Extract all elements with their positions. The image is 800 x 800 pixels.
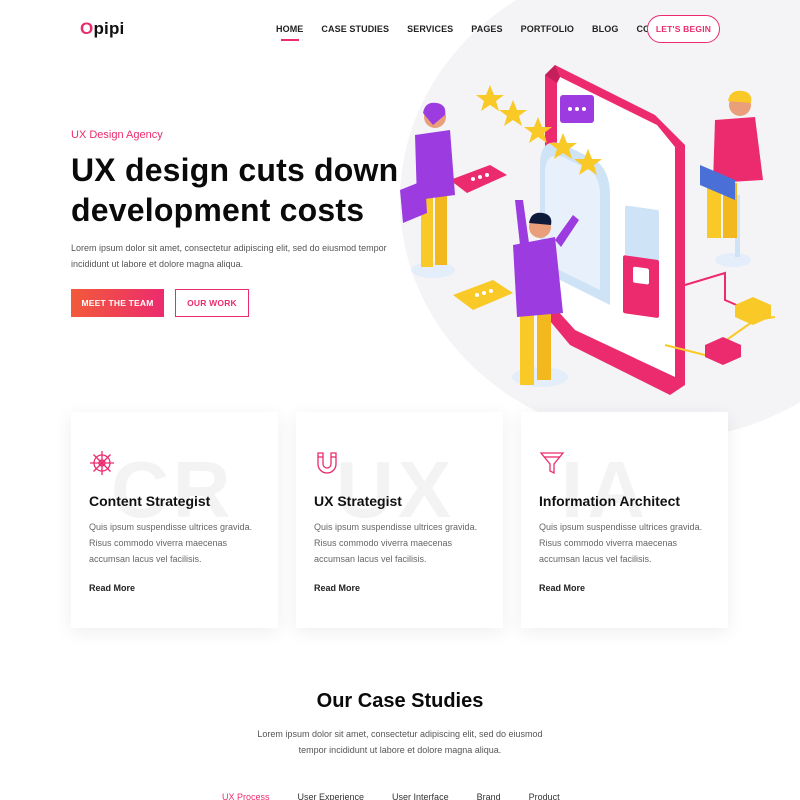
person-left — [400, 102, 455, 278]
hero-tagline: UX Design Agency — [71, 129, 163, 141]
nav-item-case-studies[interactable]: CASE STUDIES — [321, 24, 389, 34]
our-work-button[interactable]: OUR WORK — [175, 289, 249, 317]
logo[interactable]: Opipi — [80, 19, 124, 39]
nav-item-services[interactable]: SERVICES — [407, 24, 453, 34]
read-more-link[interactable]: Read More — [539, 583, 585, 593]
card-title: Content Strategist — [89, 493, 211, 509]
card-watermark: IA — [561, 445, 649, 534]
tab-product[interactable]: Product — [529, 792, 560, 800]
tab-brand[interactable]: Brand — [477, 792, 501, 800]
pink-cube-icon — [705, 337, 741, 365]
magnet-icon — [317, 452, 337, 474]
service-card-content-strategist: CR Content Strategist Quis ipsum suspend… — [71, 412, 278, 628]
funnel-icon — [539, 452, 565, 475]
nav-item-blog[interactable]: BLOG — [592, 24, 618, 34]
page: Opipi HOME CASE STUDIES SERVICES PAGES P… — [0, 0, 800, 800]
hero-description: Lorem ipsum dolor sit amet, consectetur … — [71, 243, 387, 269]
service-card-ux-strategist: UX UX Strategist Quis ipsum suspendisse … — [296, 412, 503, 628]
card-title: Information Architect — [539, 493, 681, 509]
logo-text: pipi — [93, 19, 125, 38]
nav-item-pages[interactable]: PAGES — [471, 24, 502, 34]
service-card-information-architect: IA Information Architect Quis ipsum susp… — [521, 412, 728, 628]
meet-the-team-button[interactable]: MEET THE TEAM — [71, 289, 164, 317]
card-title: UX Strategist — [314, 493, 402, 509]
hero-title: UX design cuts down development costs — [71, 152, 399, 228]
nav-item-portfolio[interactable]: PORTFOLIO — [521, 24, 574, 34]
main-nav: HOME CASE STUDIES SERVICES PAGES PORTFOL… — [276, 24, 698, 41]
card-watermark: CR — [111, 445, 235, 534]
ship-wheel-icon — [90, 451, 114, 475]
person-right — [700, 90, 763, 267]
card-description: Quis ipsum suspendisse ultrices gravida.… — [539, 522, 703, 564]
logo-mark: O — [80, 19, 94, 38]
hero-illustration — [400, 65, 776, 395]
case-studies-description: Lorem ipsum dolor sit amet, consectetur … — [0, 726, 800, 758]
profile-card — [623, 255, 659, 318]
case-studies-title: Our Case Studies — [316, 690, 484, 712]
card-description: Quis ipsum suspendisse ultrices gravida.… — [89, 522, 253, 564]
tab-user-interface[interactable]: User Interface — [392, 792, 449, 800]
read-more-link[interactable]: Read More — [314, 583, 360, 593]
case-studies-description-text: Lorem ipsum dolor sit amet, consectetur … — [257, 729, 543, 755]
case-studies-tabs: UX Process User Experience User Interfac… — [222, 792, 588, 800]
read-more-link[interactable]: Read More — [89, 583, 135, 593]
message-card — [450, 165, 507, 193]
tab-user-experience[interactable]: User Experience — [298, 792, 365, 800]
card-watermark: UX — [336, 445, 456, 534]
yellow-message-card — [453, 280, 513, 310]
yellow-cube-icon — [735, 297, 771, 325]
card-description: Quis ipsum suspendisse ultrices gravida.… — [314, 522, 478, 564]
nav-item-home[interactable]: HOME — [276, 24, 303, 41]
tab-ux-process[interactable]: UX Process — [222, 792, 270, 800]
lets-begin-button[interactable]: LET'S BEGIN — [647, 15, 720, 43]
